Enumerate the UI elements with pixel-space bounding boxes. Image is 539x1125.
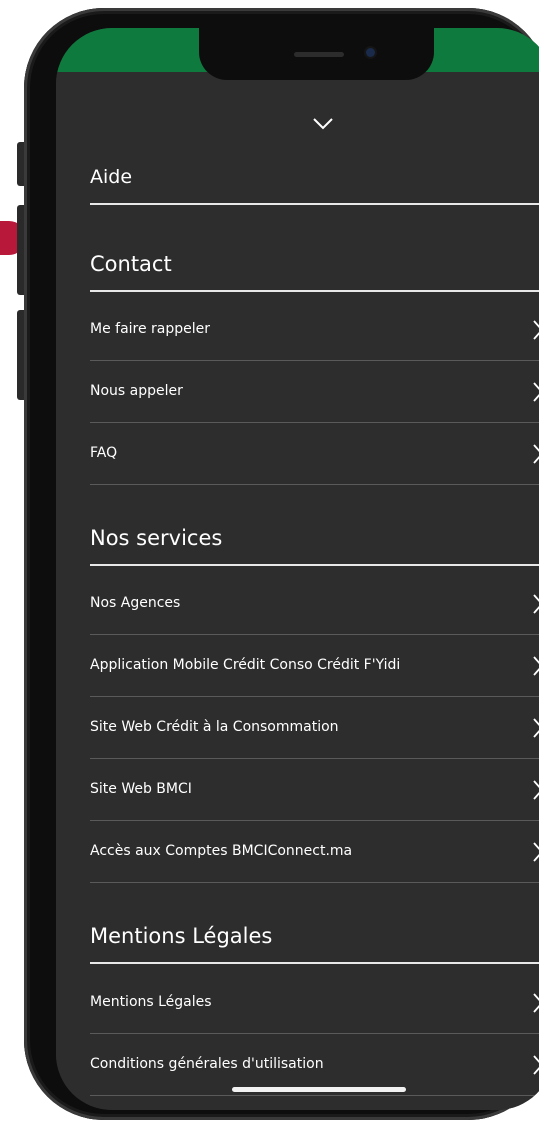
menu-item-label: Site Web Crédit à la Consommation (90, 719, 339, 735)
menu-item-label: Nous appeler (90, 383, 183, 399)
chevron-right-icon (532, 381, 539, 403)
menu-item-nos-agences[interactable]: Nos Agences (90, 573, 539, 635)
menu-item-site-web-credit[interactable]: Site Web Crédit à la Consommation (90, 697, 539, 759)
section-title-contact: Contact (90, 252, 172, 276)
chevron-right-icon (532, 841, 539, 863)
chevron-right-icon (532, 992, 539, 1014)
home-indicator[interactable] (232, 1087, 406, 1092)
section-rule-aide (90, 203, 539, 205)
menu-item-label: Accès aux Comptes BMCIConnect.ma (90, 843, 353, 859)
phone-notch (199, 28, 434, 80)
section-title-nos-services: Nos services (90, 526, 223, 550)
menu-item-application-mobile[interactable]: Application Mobile Crédit Conso Crédit F… (90, 635, 539, 697)
section-rule-contact (90, 290, 539, 292)
menu-item-label: Nos Agences (90, 595, 181, 611)
chevron-right-icon (532, 1054, 539, 1076)
menu-panel: Aide Contact Me faire rappeler Nous appe… (56, 72, 539, 1110)
divider (90, 882, 539, 883)
chevron-right-icon (532, 717, 539, 739)
divider (90, 1095, 539, 1096)
front-camera (366, 48, 375, 57)
chevron-right-icon (532, 593, 539, 615)
menu-item-label: Conditions générales d'utilisation (90, 1056, 324, 1072)
phone-frame: Aide Contact Me faire rappeler Nous appe… (24, 8, 539, 1120)
section-rule-nos-services (90, 564, 539, 566)
chevron-down-icon[interactable] (312, 116, 334, 130)
menu-item-label: Application Mobile Crédit Conso Crédit F… (90, 657, 401, 673)
menu-item-me-faire-rappeler[interactable]: Me faire rappeler (90, 299, 539, 361)
speaker-grille (294, 52, 344, 57)
chevron-right-icon (532, 443, 539, 465)
menu-item-nous-appeler[interactable]: Nous appeler (90, 361, 539, 423)
menu-item-label: Me faire rappeler (90, 321, 211, 337)
section-title-mentions-legales: Mentions Légales (90, 924, 273, 948)
divider (90, 484, 539, 485)
menu-item-faq[interactable]: FAQ (90, 423, 539, 485)
section-title-aide: Aide (90, 166, 133, 188)
chevron-right-icon (532, 779, 539, 801)
section-rule-mentions-legales (90, 962, 539, 964)
menu-item-mentions-legales[interactable]: Mentions Légales (90, 972, 539, 1034)
menu-item-label: FAQ (90, 445, 118, 461)
menu-item-label: Site Web BMCI (90, 781, 192, 797)
stage: Aide Contact Me faire rappeler Nous appe… (0, 0, 539, 1125)
chevron-right-icon (532, 319, 539, 341)
phone-screen: Aide Contact Me faire rappeler Nous appe… (56, 28, 539, 1110)
menu-item-acces-comptes[interactable]: Accès aux Comptes BMCIConnect.ma (90, 821, 539, 883)
menu-item-label: Mentions Légales (90, 994, 212, 1010)
chevron-right-icon (532, 655, 539, 677)
menu-item-site-web-bmci[interactable]: Site Web BMCI (90, 759, 539, 821)
